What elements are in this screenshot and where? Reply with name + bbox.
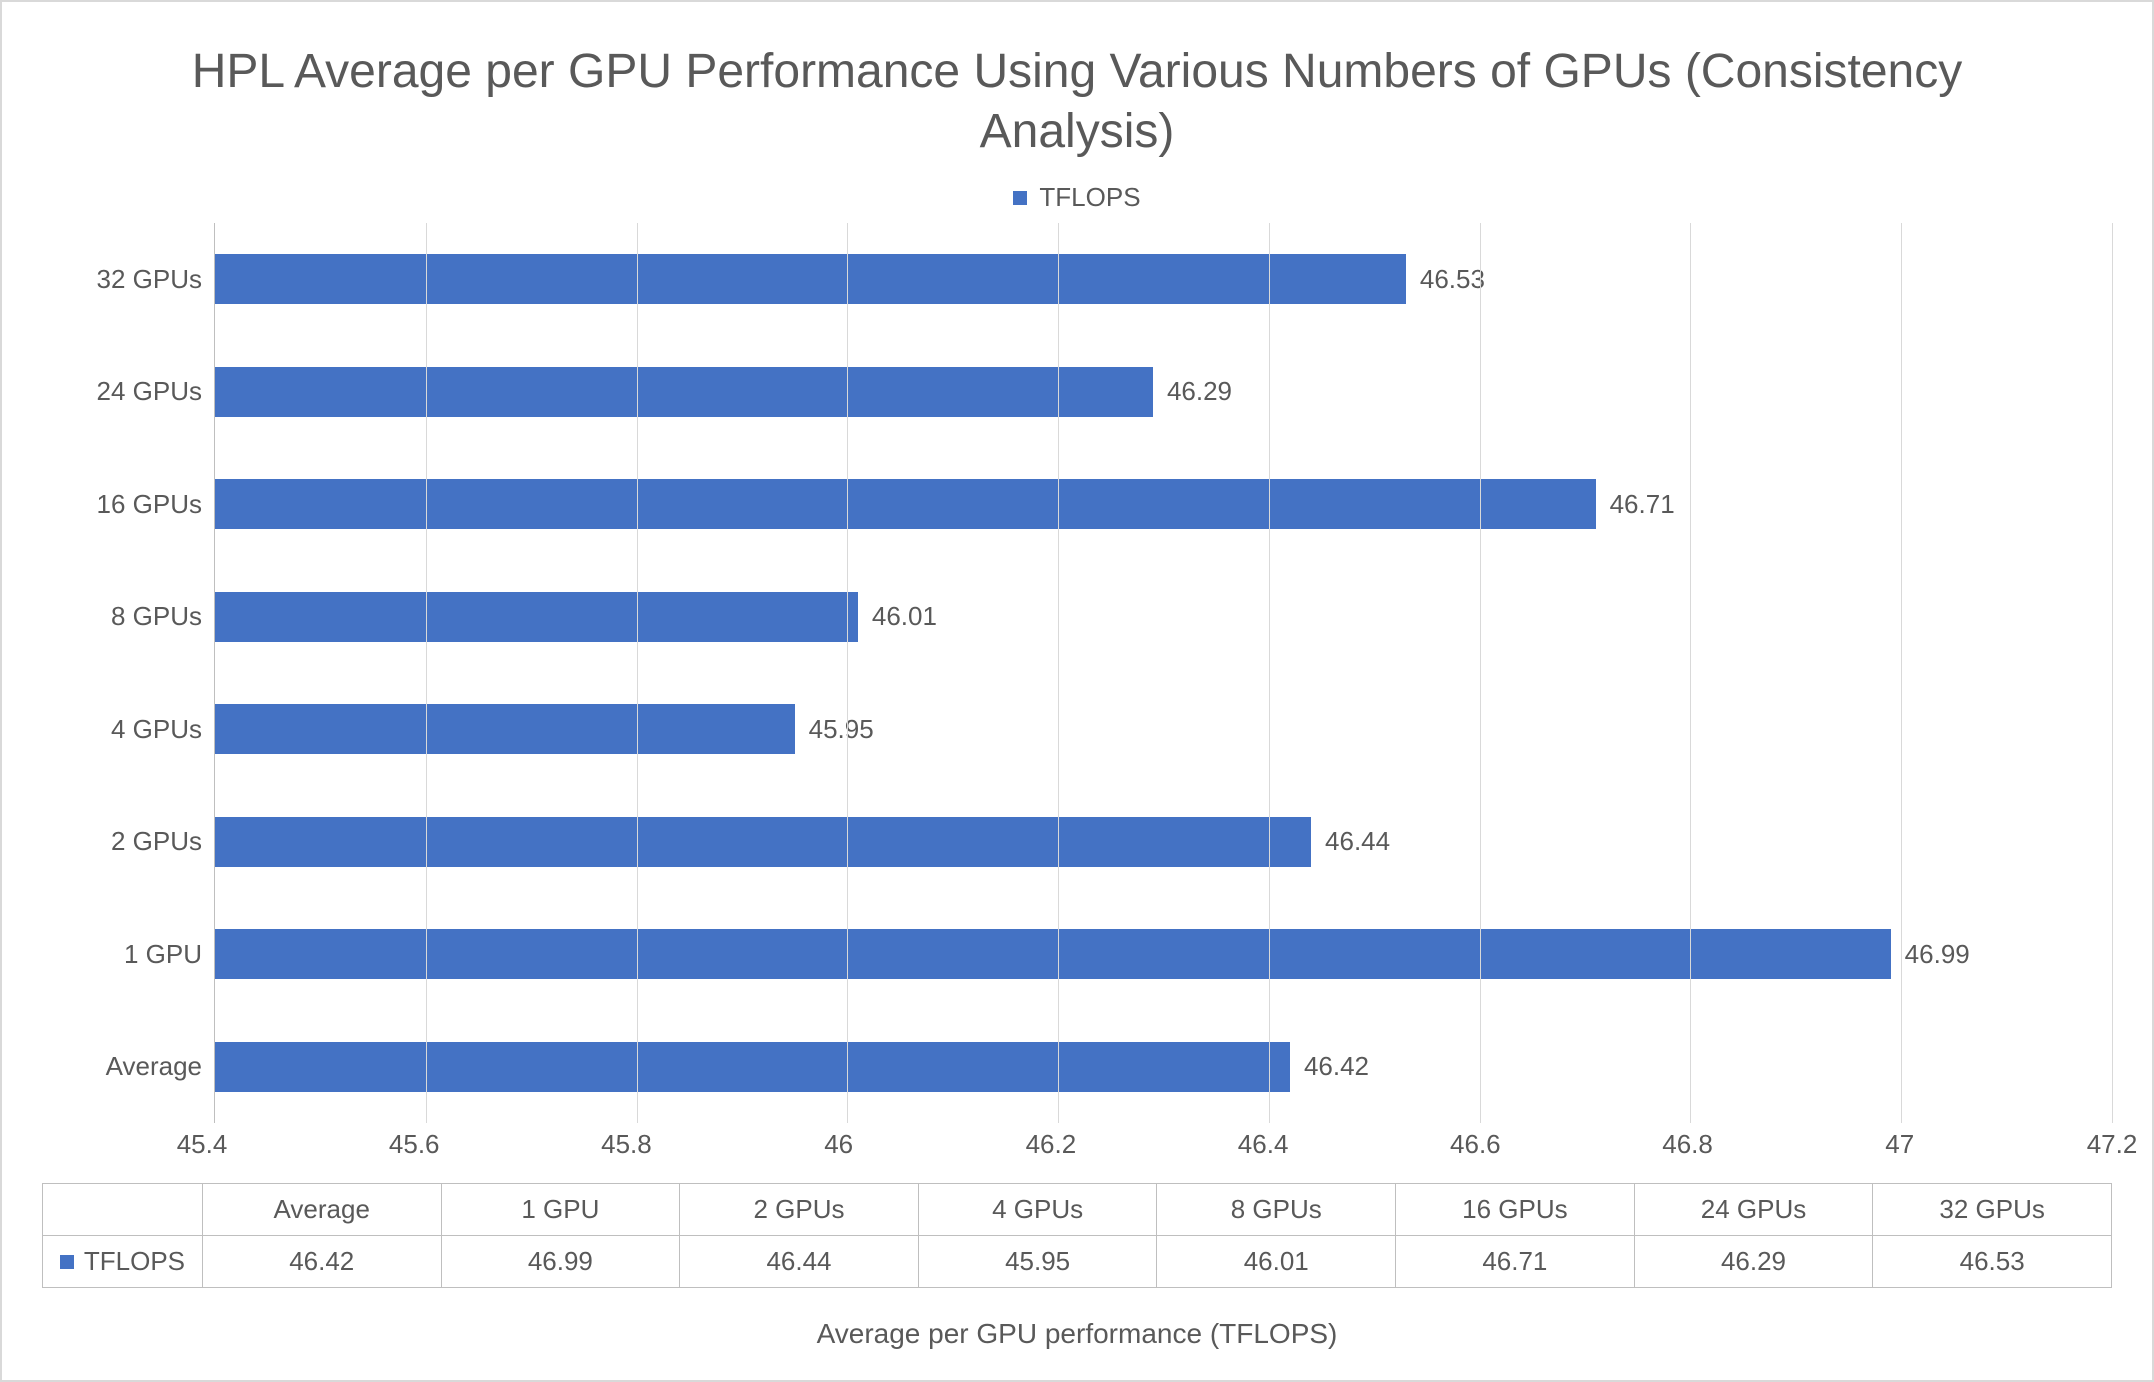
bar-value-label: 45.95 [809,714,874,745]
x-tick-label: 47 [1885,1129,1914,1160]
bar-row: 46.99 [215,929,2112,979]
x-tick-label: 47.2 [2087,1129,2138,1160]
bar [215,367,1153,417]
table-header-cell: 8 GPUs [1157,1184,1396,1236]
data-table: Average1 GPU2 GPUs4 GPUs8 GPUs16 GPUs24 … [42,1183,2112,1288]
table-cell: 46.99 [441,1236,680,1288]
table-header-cell: 16 GPUs [1396,1184,1635,1236]
x-axis-label: Average per GPU performance (TFLOPS) [42,1318,2112,1350]
table-cell: 46.42 [202,1236,441,1288]
x-tick-label: 46 [824,1129,853,1160]
bar [215,1042,1290,1092]
x-tick-label: 45.4 [177,1129,228,1160]
table-header-cell: 2 GPUs [680,1184,919,1236]
table-cell: 46.29 [1634,1236,1873,1288]
bar-value-label: 46.29 [1167,376,1232,407]
table-row-label: TFLOPS [43,1236,203,1288]
y-axis-labels: Average 1 GPU 2 GPUs 4 GPUs 8 GPUs 16 GPUs 24 … [42,223,214,1123]
table-header-cell: 4 GPUs [918,1184,1157,1236]
bar-value-label: 46.53 [1420,264,1485,295]
bar-value-label: 46.44 [1325,826,1390,857]
bar-row: 46.29 [215,367,2112,417]
chart-card: HPL Average per GPU Performance Using Va… [0,0,2154,1382]
y-tick-label: 8 GPUs [111,601,202,632]
legend-swatch-icon [1013,191,1027,205]
table-header-cell: Average [202,1184,441,1236]
gridline [1269,223,1270,1123]
bar-row: 46.53 [215,254,2112,304]
gridline [1058,223,1059,1123]
y-tick-label: 1 GPU [124,939,202,970]
bar-value-label: 46.42 [1304,1051,1369,1082]
bar-row: 46.42 [215,1042,2112,1092]
bars-container: 46.42 46.99 46.44 45.95 46.01 46.71 46.29 46.53 [215,223,2112,1123]
x-tick-label: 45.8 [601,1129,652,1160]
legend-label: TFLOPS [1039,182,1140,213]
y-tick-label: 4 GPUs [111,714,202,745]
table-cell: 46.44 [680,1236,919,1288]
bar [215,817,1311,867]
bar-row: 45.95 [215,704,2112,754]
x-axis: 45.445.645.84646.246.446.646.84747.2 [42,1129,2112,1165]
bar [215,929,1891,979]
bar-value-label: 46.99 [1905,939,1970,970]
gridline [426,223,427,1123]
y-tick-label: 24 GPUs [97,376,203,407]
table-header-cell: 24 GPUs [1634,1184,1873,1236]
table-row: TFLOPS 46.4246.9946.4445.9546.0146.7146.2… [43,1236,2112,1288]
x-tick-label: 46.4 [1238,1129,1289,1160]
bar [215,479,1596,529]
gridline [1901,223,1902,1123]
x-tick-label: 45.6 [389,1129,440,1160]
bar-row: 46.44 [215,817,2112,867]
y-tick-label: Average [106,1051,202,1082]
table-cell: 45.95 [918,1236,1157,1288]
bar-row: 46.71 [215,479,2112,529]
plot-row: Average 1 GPU 2 GPUs 4 GPUs 8 GPUs 16 GPUs 24 … [42,223,2112,1123]
y-tick-label: 32 GPUs [97,264,203,295]
table-header-blank [43,1184,203,1236]
table-cell: 46.53 [1873,1236,2112,1288]
table-header-cell: 32 GPUs [1873,1184,2112,1236]
chart-title: HPL Average per GPU Performance Using Va… [162,42,1992,162]
bar-value-label: 46.71 [1610,489,1675,520]
gridline [1480,223,1481,1123]
bar [215,704,795,754]
gridline [847,223,848,1123]
table-header-cell: 1 GPU [441,1184,680,1236]
bar-row: 46.01 [215,592,2112,642]
bar-value-label: 46.01 [872,601,937,632]
table-cell: 46.01 [1157,1236,1396,1288]
gridline [2112,223,2113,1123]
bar [215,592,858,642]
y-tick-label: 2 GPUs [111,826,202,857]
table-cell: 46.71 [1396,1236,1635,1288]
y-tick-label: 16 GPUs [97,489,203,520]
plot-area: 46.42 46.99 46.44 45.95 46.01 46.71 46.29 46.53 [214,223,2112,1123]
x-tick-label: 46.6 [1450,1129,1501,1160]
gridline [637,223,638,1123]
x-axis-ticks: 45.445.645.84646.246.446.646.84747.2 [202,1129,2112,1165]
x-tick-label: 46.8 [1662,1129,1713,1160]
gridline [1690,223,1691,1123]
legend-swatch-icon [60,1255,74,1269]
table-header-row: Average1 GPU2 GPUs4 GPUs8 GPUs16 GPUs24 … [43,1184,2112,1236]
x-tick-label: 46.2 [1026,1129,1077,1160]
table-row-label-text: TFLOPS [84,1246,185,1277]
legend: TFLOPS [42,182,2112,213]
bar [215,254,1406,304]
